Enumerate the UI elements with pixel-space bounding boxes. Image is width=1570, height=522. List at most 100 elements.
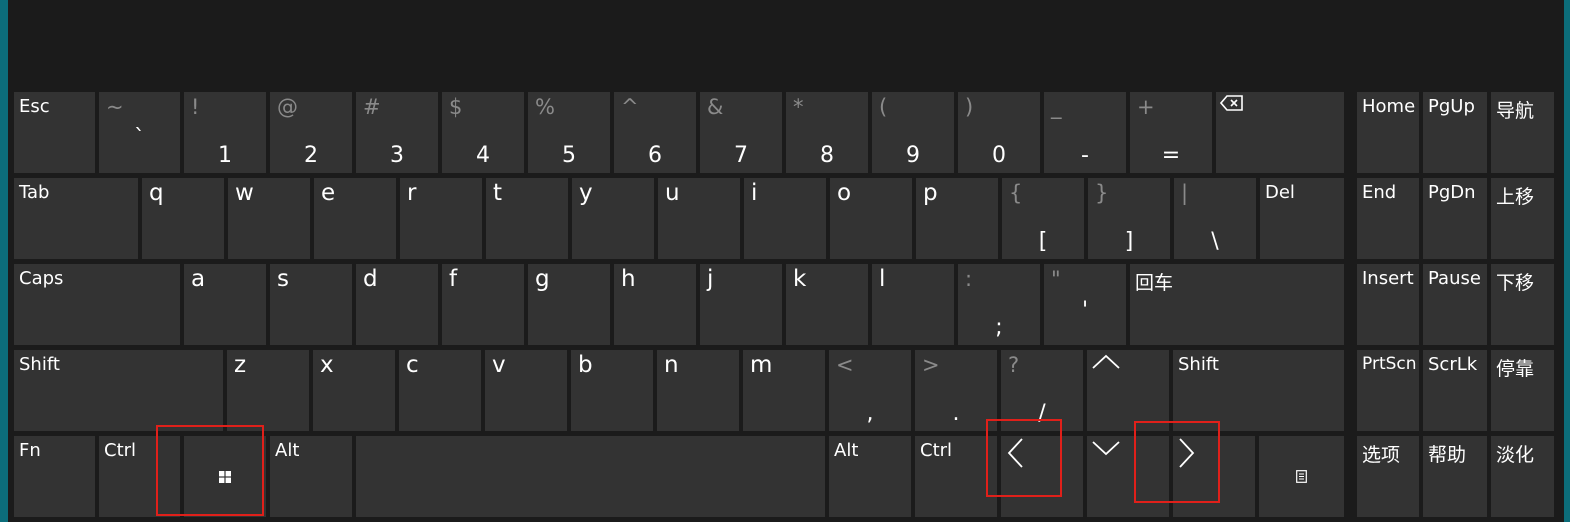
key-g[interactable]: g bbox=[528, 264, 610, 345]
right-bracket-key[interactable]: } ] bbox=[1088, 178, 1170, 259]
backtick-key[interactable]: ~ ` bbox=[99, 92, 180, 173]
tab-key[interactable]: Tab bbox=[14, 178, 138, 259]
key-l[interactable]: l bbox=[872, 264, 954, 345]
page-down-key[interactable]: PgDn bbox=[1423, 178, 1487, 259]
options-label: 选项 bbox=[1362, 444, 1401, 466]
key-4[interactable]: $ 4 bbox=[442, 92, 524, 173]
key-x[interactable]: x bbox=[313, 350, 395, 431]
key-5[interactable]: % 5 bbox=[528, 92, 610, 173]
right-arrow-key[interactable] bbox=[1173, 436, 1255, 517]
key-h[interactable]: h bbox=[614, 264, 696, 345]
key-8-shift: * bbox=[793, 95, 804, 119]
context-menu-key[interactable] bbox=[1259, 436, 1344, 517]
backspace-key[interactable] bbox=[1216, 92, 1344, 173]
delete-key[interactable]: Del bbox=[1260, 178, 1344, 259]
key-c[interactable]: c bbox=[399, 350, 481, 431]
key-g-label: g bbox=[535, 266, 550, 292]
key-a[interactable]: a bbox=[184, 264, 266, 345]
semicolon-key[interactable]: : ; bbox=[958, 264, 1040, 345]
quote-key[interactable]: " ' bbox=[1044, 264, 1126, 345]
key-m[interactable]: m bbox=[743, 350, 825, 431]
options-key[interactable]: 选项 bbox=[1357, 436, 1419, 517]
key-d[interactable]: d bbox=[356, 264, 438, 345]
key-j[interactable]: j bbox=[700, 264, 782, 345]
key-9[interactable]: ( 9 bbox=[872, 92, 954, 173]
left-bracket-label: [ bbox=[1038, 229, 1048, 254]
home-key[interactable]: Home bbox=[1357, 92, 1419, 173]
key-3[interactable]: # 3 bbox=[356, 92, 438, 173]
double-quote-label: " bbox=[1051, 267, 1061, 291]
scroll-lock-key[interactable]: ScrLk bbox=[1423, 350, 1487, 431]
up-arrow-key[interactable] bbox=[1087, 350, 1169, 431]
key-0-shift: ) bbox=[965, 95, 974, 119]
key-z[interactable]: z bbox=[227, 350, 309, 431]
left-shift-key[interactable]: Shift bbox=[14, 350, 223, 431]
key-q[interactable]: q bbox=[142, 178, 224, 259]
print-screen-key[interactable]: PrtScn bbox=[1357, 350, 1419, 431]
key-t[interactable]: t bbox=[486, 178, 568, 259]
key-v[interactable]: v bbox=[485, 350, 567, 431]
key-r[interactable]: r bbox=[400, 178, 482, 259]
dock-key[interactable]: 停靠 bbox=[1491, 350, 1554, 431]
left-alt-label: Alt bbox=[275, 440, 300, 461]
down-arrow-key[interactable] bbox=[1087, 436, 1169, 517]
key-n[interactable]: n bbox=[657, 350, 739, 431]
greater-than-label: > bbox=[922, 353, 940, 377]
insert-key[interactable]: Insert bbox=[1357, 264, 1419, 345]
key-8[interactable]: * 8 bbox=[786, 92, 868, 173]
help-key[interactable]: 帮助 bbox=[1423, 436, 1487, 517]
key-i[interactable]: i bbox=[744, 178, 826, 259]
key-a-label: a bbox=[191, 266, 206, 292]
esc-label: Esc bbox=[19, 96, 50, 117]
left-bracket-key[interactable]: { [ bbox=[1002, 178, 1084, 259]
nav-key[interactable]: 导航 bbox=[1491, 92, 1554, 173]
fn-key[interactable]: Fn bbox=[14, 436, 95, 517]
key-w[interactable]: w bbox=[228, 178, 310, 259]
pipe-label: | bbox=[1181, 181, 1189, 205]
key-p[interactable]: p bbox=[916, 178, 998, 259]
key-e[interactable]: e bbox=[314, 178, 396, 259]
right-ctrl-key[interactable]: Ctrl bbox=[915, 436, 997, 517]
caps-lock-label: Caps bbox=[19, 268, 64, 289]
key-f[interactable]: f bbox=[442, 264, 524, 345]
key-6-main: 6 bbox=[648, 143, 662, 168]
key-2[interactable]: @ 2 bbox=[270, 92, 352, 173]
backslash-key[interactable]: | \ bbox=[1174, 178, 1256, 259]
equal-key[interactable]: + = bbox=[1130, 92, 1212, 173]
key-o[interactable]: o bbox=[830, 178, 912, 259]
pause-key[interactable]: Pause bbox=[1423, 264, 1487, 345]
left-arrow-key[interactable] bbox=[1001, 436, 1083, 517]
key-s[interactable]: s bbox=[270, 264, 352, 345]
menu-icon-wrap bbox=[1259, 436, 1344, 517]
comma-key[interactable]: < , bbox=[829, 350, 911, 431]
period-label: . bbox=[952, 401, 960, 426]
caps-lock-key[interactable]: Caps bbox=[14, 264, 180, 345]
slash-key[interactable]: ? / bbox=[1001, 350, 1083, 431]
key-6[interactable]: ^ 6 bbox=[614, 92, 696, 173]
period-key[interactable]: > . bbox=[915, 350, 997, 431]
key-k[interactable]: k bbox=[786, 264, 868, 345]
right-alt-key[interactable]: Alt bbox=[829, 436, 911, 517]
enter-key[interactable]: 回车 bbox=[1130, 264, 1344, 345]
left-ctrl-key[interactable]: Ctrl bbox=[99, 436, 180, 517]
equal-key-shift: + bbox=[1137, 95, 1155, 119]
esc-key[interactable]: Esc bbox=[14, 92, 95, 173]
right-shift-key[interactable]: Shift bbox=[1173, 350, 1344, 431]
move-up-key[interactable]: 上移 bbox=[1491, 178, 1554, 259]
key-0[interactable]: ) 0 bbox=[958, 92, 1040, 173]
key-y[interactable]: y bbox=[572, 178, 654, 259]
move-down-key[interactable]: 下移 bbox=[1491, 264, 1554, 345]
key-q-label: q bbox=[149, 180, 164, 206]
key-u[interactable]: u bbox=[658, 178, 740, 259]
page-up-key[interactable]: PgUp bbox=[1423, 92, 1487, 173]
windows-key[interactable] bbox=[184, 436, 266, 517]
key-1[interactable]: ! 1 bbox=[184, 92, 266, 173]
left-alt-key[interactable]: Alt bbox=[270, 436, 352, 517]
space-bar[interactable] bbox=[356, 436, 825, 517]
key-b[interactable]: b bbox=[571, 350, 653, 431]
end-key[interactable]: End bbox=[1357, 178, 1419, 259]
key-2-main: 2 bbox=[304, 143, 318, 168]
key-7[interactable]: & 7 bbox=[700, 92, 782, 173]
fade-key[interactable]: 淡化 bbox=[1491, 436, 1554, 517]
minus-key[interactable]: _ - bbox=[1044, 92, 1126, 173]
